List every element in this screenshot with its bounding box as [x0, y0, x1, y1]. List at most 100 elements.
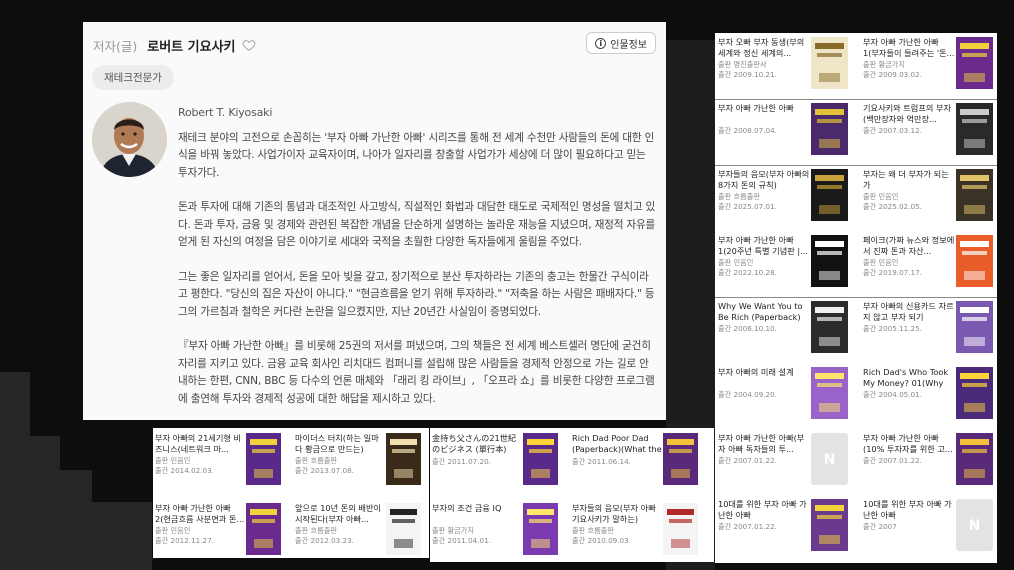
- book-title[interactable]: 마이더스 터치(하는 일마다 황금으로 만드는): [295, 433, 385, 454]
- book-title[interactable]: Why We Want You to Be Rich (Paperback)(T…: [718, 301, 810, 322]
- book-cover[interactable]: [956, 367, 993, 419]
- book-publisher: 출판 흐름출판: [718, 192, 760, 201]
- book-item[interactable]: 부자 아빠 가난한 아빠 1(20주년 특별 기념판 |... 출판 민음인 출간 …: [717, 233, 858, 299]
- book-item[interactable]: 페이크(가짜 뉴스와 정보에서 진짜 돈과 자산... 출판 민음인 출간 2019…: [862, 233, 997, 299]
- book-title[interactable]: Rich Dad's Who Took My Money? 01(Why Slo…: [863, 367, 955, 388]
- book-date: 출간 2019.07.17.: [863, 268, 922, 277]
- book-date: 출간 2010.09.03.: [572, 536, 631, 545]
- book-publisher: 출판 민음인: [863, 192, 899, 201]
- book-publisher: 출판 민음인: [718, 258, 754, 267]
- book-title[interactable]: Rich Dad Poor Dad (Paperback)(What the R…: [572, 433, 662, 454]
- book-item[interactable]: 부자 아빠 가난한 아빠 1(부자들이 들려주는 '돈... 출판 황금가지 출간 …: [862, 35, 997, 101]
- book-title[interactable]: 부자 아빠 가난한 아빠 1(부자들이 들려주는 '돈...: [863, 37, 955, 58]
- book-item[interactable]: Why We Want You to Be Rich (Paperback)(T…: [717, 299, 858, 365]
- book-date: 출간 2004.05.01.: [863, 390, 922, 399]
- book-item[interactable]: 기요사키와 트럼프의 부자(백만장자와 억만장... 출간 2007.03.12.: [862, 101, 997, 167]
- book-title[interactable]: 부자 아빠 가난한 아빠: [718, 103, 810, 114]
- background-step: [0, 372, 30, 570]
- book-item[interactable]: 金持ち父さんの21世紀のビジネス (單行本)(Th... 출간 2011.07.2…: [431, 432, 569, 494]
- book-date: 출간 2004.09.20.: [718, 390, 777, 399]
- book-title[interactable]: 페이크(가짜 뉴스와 정보에서 진짜 돈과 자산...: [863, 235, 955, 256]
- book-publisher: 출판 황금가지: [863, 60, 905, 69]
- book-cover[interactable]: N: [811, 433, 848, 485]
- book-cover[interactable]: [956, 433, 993, 485]
- book-item[interactable]: 부자 아빠 가난한 아빠(10% 투자자를 위한 고... 출간 2007.01.…: [862, 431, 997, 497]
- book-cover[interactable]: [956, 103, 993, 155]
- book-cover[interactable]: [811, 301, 848, 353]
- author-photo: [92, 102, 167, 177]
- book-title[interactable]: 10대를 위한 부자 아빠 가난한 아빠: [863, 499, 955, 520]
- book-title[interactable]: 앞으로 10년 돈의 배반이 시작된다(부자 아빠...: [295, 503, 385, 524]
- book-title[interactable]: 부자 오빠 부자 동생(부의 세계와 정신 세계의...: [718, 37, 810, 58]
- book-item[interactable]: 10대를 위한 부자 아빠 가난한 아빠 출간 2007.01.22.: [717, 497, 858, 563]
- book-item[interactable]: 부자 아빠 가난한 아빠 출간 2008.07.04.: [717, 101, 858, 167]
- book-item[interactable]: 부자들의 음모(부자 아빠 기요사키가 말하는) 출판 흐름출판 출간 2010.0…: [571, 502, 709, 562]
- book-date: 출간 2012.03.23.: [295, 536, 354, 545]
- book-item[interactable]: 부자 아빠의 21세기형 비즈니스(네트워크 마... 출판 민음인 출간 2014…: [154, 432, 292, 494]
- book-cover[interactable]: [811, 169, 848, 221]
- book-item[interactable]: 부자의 조건 금융 IQ 출판 황금가지 출간 2011.04.01.: [431, 502, 569, 562]
- book-title[interactable]: 10대를 위한 부자 아빠 가난한 아빠: [718, 499, 810, 520]
- book-item[interactable]: 마이더스 터치(하는 일마다 황금으로 만드는) 출판 흐름출판 출간 2013.0…: [294, 432, 429, 494]
- book-cover[interactable]: [956, 37, 993, 89]
- book-title[interactable]: 부자 아빠 가난한 아빠(10% 투자자를 위한 고...: [863, 433, 955, 454]
- book-cover[interactable]: [811, 103, 848, 155]
- book-cover[interactable]: [663, 503, 698, 555]
- book-title[interactable]: 부자 아빠의 신용카드 자르지 않고 부자 되기: [863, 301, 955, 322]
- book-item[interactable]: 부자 아빠의 신용카드 자르지 않고 부자 되기 출간 2005.11.25.: [862, 299, 997, 365]
- background-step: [60, 470, 92, 570]
- book-title[interactable]: 부자는 왜 더 부자가 되는가: [863, 169, 955, 190]
- book-title[interactable]: 부자 아빠 가난한 아빠 1(20주년 특별 기념판 |...: [718, 235, 810, 256]
- book-cover[interactable]: [811, 367, 848, 419]
- book-title[interactable]: 부자 아빠의 21세기형 비즈니스(네트워크 마...: [155, 433, 245, 454]
- book-cover[interactable]: [811, 235, 848, 287]
- book-cover[interactable]: [386, 503, 421, 555]
- book-item[interactable]: 부자 아빠의 미래 설계출간 2004.09.20.: [717, 365, 858, 431]
- book-item[interactable]: 부자 아빠 가난한 아빠(부자 아빠 독자들의 투... 출간 2007.01.2…: [717, 431, 858, 497]
- book-publisher: 출판 민음인: [155, 456, 191, 465]
- heart-icon[interactable]: [242, 38, 256, 52]
- right-book-grid: 부자 오빠 부자 동생(부의 세계와 정신 세계의... 출판 명진출판사 출간 2…: [715, 33, 997, 563]
- book-cover[interactable]: [386, 433, 421, 485]
- book-item[interactable]: 부자들의 음모(부자 아빠의 8가지 돈의 규칙) 출판 흐름출판 출간 2025.…: [717, 167, 858, 233]
- book-cover[interactable]: [956, 235, 993, 287]
- author-name[interactable]: 로버트 기요사키: [147, 36, 235, 55]
- book-publisher: 출판 민음인: [155, 526, 191, 535]
- person-info-button[interactable]: i 인물정보: [586, 32, 656, 54]
- book-date: 출간 2009.03.02.: [863, 70, 922, 79]
- book-publisher: 출판 흐름출판: [572, 526, 614, 535]
- book-item[interactable]: Rich Dad Poor Dad (Paperback)(What the R…: [571, 432, 709, 494]
- book-item[interactable]: 10대를 위한 부자 아빠 가난한 아빠 출간 2007 N: [862, 497, 997, 563]
- book-cover[interactable]: [811, 499, 848, 551]
- book-cover[interactable]: [523, 503, 558, 555]
- book-title[interactable]: 부자 아빠의 미래 설계: [718, 367, 810, 378]
- book-cover[interactable]: [663, 433, 698, 485]
- book-cover[interactable]: [956, 301, 993, 353]
- book-title[interactable]: 金持ち父さんの21世紀のビジネス (單行本)(Th...: [432, 433, 522, 454]
- background-step: [92, 502, 152, 570]
- book-title[interactable]: 부자들의 음모(부자 아빠 기요사키가 말하는): [572, 503, 662, 524]
- book-item[interactable]: 부자 아빠 가난한 아빠 2(현금흐름 사분면과 돈... 출판 민음인 출간 20…: [154, 502, 292, 558]
- book-item[interactable]: Rich Dad's Who Took My Money? 01(Why Slo…: [862, 365, 997, 431]
- author-tag[interactable]: 재테크전문가: [92, 65, 174, 90]
- book-title[interactable]: 부자 아빠 가난한 아빠(부자 아빠 독자들의 투...: [718, 433, 810, 454]
- book-item[interactable]: 앞으로 10년 돈의 배반이 시작된다(부자 아빠... 출판 흐름출판 출간 20…: [294, 502, 429, 558]
- book-cover[interactable]: [956, 169, 993, 221]
- book-date: 출간 2007.03.12.: [863, 126, 922, 135]
- book-cover[interactable]: [246, 503, 281, 555]
- book-cover[interactable]: [811, 37, 848, 89]
- book-title[interactable]: 부자 아빠 가난한 아빠 2(현금흐름 사분면과 돈...: [155, 503, 245, 524]
- book-item[interactable]: 부자 오빠 부자 동생(부의 세계와 정신 세계의... 출판 명진출판사 출간 2…: [717, 35, 858, 101]
- book-cover[interactable]: [246, 433, 281, 485]
- bio-paragraph: 그는 좋은 일자리를 얻어서, 돈을 모아 빚을 갚고, 장기적으로 분산 투자…: [178, 270, 655, 318]
- svg-text:N: N: [969, 518, 981, 534]
- book-date: 출간 2006.10.10.: [718, 324, 777, 333]
- author-header: 저자(글) 로버트 기요사키 i 인물정보: [93, 32, 656, 58]
- book-title[interactable]: 기요사키와 트럼프의 부자(백만장자와 억만장...: [863, 103, 955, 124]
- book-cover[interactable]: N: [956, 499, 993, 551]
- info-icon: i: [595, 37, 607, 49]
- book-title[interactable]: 부자의 조건 금융 IQ: [432, 503, 522, 514]
- book-title[interactable]: 부자들의 음모(부자 아빠의 8가지 돈의 규칙): [718, 169, 810, 190]
- book-cover[interactable]: [523, 433, 558, 485]
- book-item[interactable]: 부자는 왜 더 부자가 되는가 출판 민음인 출간 2025.02.05.: [862, 167, 997, 233]
